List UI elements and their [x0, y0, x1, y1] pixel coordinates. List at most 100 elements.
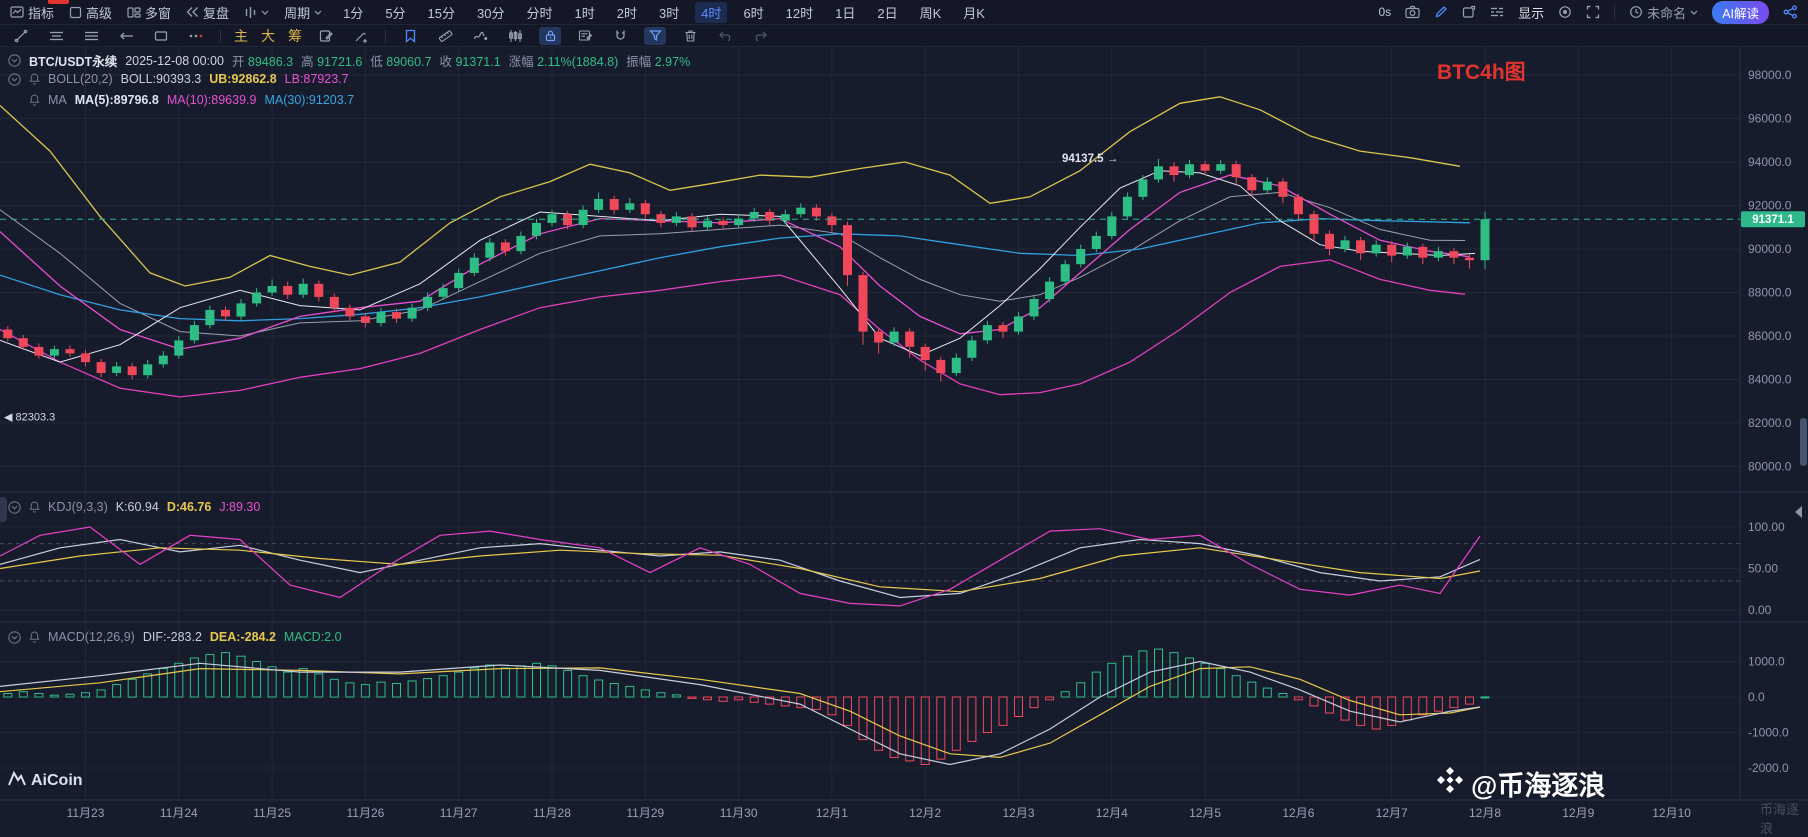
kdj-d-value: D:46.76	[167, 500, 211, 514]
clock-icon	[1629, 5, 1643, 19]
timeframe-周K[interactable]: 周K	[914, 2, 948, 23]
target-button[interactable]	[1558, 5, 1572, 19]
svg-text:92000.0: 92000.0	[1748, 199, 1792, 213]
svg-text:12月10: 12月10	[1652, 806, 1691, 820]
svg-text:84000.0: 84000.0	[1748, 373, 1792, 387]
horizontal-lines-tool[interactable]	[45, 27, 67, 45]
note-edit-tool[interactable]	[315, 27, 337, 45]
lock-tool[interactable]	[539, 27, 561, 45]
rectangle-tool[interactable]	[150, 27, 172, 45]
svg-text:11月29: 11月29	[626, 806, 664, 820]
timeframe-1分[interactable]: 1分	[337, 2, 369, 23]
collapse-chevron-icon[interactable]	[8, 631, 21, 644]
svg-text:11月28: 11月28	[533, 806, 571, 820]
draw-button[interactable]	[1434, 5, 1448, 19]
timeframe-4时[interactable]: 4时	[695, 2, 727, 23]
collapse-chevron-icon[interactable]	[8, 73, 21, 86]
timeframe-6时[interactable]: 6时	[737, 2, 769, 23]
svg-text:11月25: 11月25	[253, 806, 291, 820]
ma30-value: MA(30):91203.7	[264, 93, 354, 107]
signature-tool[interactable]	[469, 27, 491, 45]
timeframe-12时[interactable]: 12时	[780, 2, 819, 23]
box-icon	[69, 6, 82, 19]
alert-bell-icon[interactable]	[29, 501, 40, 513]
svg-text:91371.1: 91371.1	[1752, 214, 1794, 226]
delete-tool[interactable]	[679, 27, 701, 45]
alert-bell-icon[interactable]	[29, 94, 40, 106]
screenshot-button[interactable]	[1405, 5, 1420, 19]
indicators-button[interactable]: 指标	[10, 3, 54, 22]
svg-text:12月2: 12月2	[909, 806, 941, 820]
timeframe-1日[interactable]: 1日	[829, 2, 861, 23]
axis-collapse-arrow[interactable]	[1795, 506, 1802, 518]
collapse-chevron-icon[interactable]	[8, 501, 21, 514]
replay-button[interactable]: 复盘	[186, 3, 229, 22]
timeframe-分时[interactable]: 分时	[520, 2, 558, 23]
kline-style-button[interactable]	[244, 6, 269, 19]
aicoin-logo: AiCoin	[8, 770, 83, 791]
macd-name: MACD(12,26,9)	[48, 630, 135, 644]
pencil-plus-tool[interactable]	[350, 27, 372, 45]
ohlc-open: 开 89486.3	[232, 51, 293, 70]
undo-button[interactable]	[714, 27, 736, 45]
boll-mid-value: BOLL:90393.3	[121, 72, 202, 86]
redo-button[interactable]	[749, 27, 771, 45]
timeframe-30分[interactable]: 30分	[471, 2, 510, 23]
pane-collapse-handle[interactable]	[0, 497, 7, 522]
timeframe-5分[interactable]: 5分	[379, 2, 411, 23]
period-label: 周期	[284, 3, 310, 22]
arrow-tool[interactable]	[115, 27, 137, 45]
svg-text:12月4: 12月4	[1096, 806, 1128, 820]
boll-ub-value: UB:92862.8	[209, 72, 276, 86]
toolbar-right-group: 0s 显示 未命名 AI解读	[1378, 1, 1798, 24]
magnet-tool[interactable]	[609, 27, 631, 45]
advanced-button[interactable]: 高级	[69, 3, 112, 22]
ohlc-close: 收 91371.1	[439, 51, 500, 70]
vertical-scrollbar[interactable]	[1800, 418, 1807, 466]
timeframe-15分[interactable]: 15分	[422, 2, 461, 23]
rewind-icon	[186, 6, 199, 18]
filter-tool[interactable]	[644, 27, 666, 45]
svg-text:11月27: 11月27	[440, 806, 478, 820]
ai-analysis-button[interactable]: AI解读	[1712, 1, 1769, 24]
kdj-k-value: K:60.94	[116, 500, 159, 514]
candle-pattern-tool[interactable]	[504, 27, 526, 45]
collapse-chevron-icon[interactable]	[8, 54, 21, 67]
svg-text:12月7: 12月7	[1376, 806, 1408, 820]
chips-distribution-button[interactable]: 筹	[288, 26, 302, 46]
display-label: 显示	[1518, 3, 1544, 22]
timeframe-1时[interactable]: 1时	[569, 2, 601, 23]
equalizer-icon	[244, 6, 257, 19]
display-button[interactable]: 显示	[1518, 3, 1544, 22]
timeframe-月K[interactable]: 月K	[957, 2, 991, 23]
fullscreen-button[interactable]	[1586, 5, 1600, 19]
svg-text:96000.0: 96000.0	[1748, 112, 1792, 126]
new-window-button[interactable]	[1462, 5, 1476, 19]
timeframe-2日[interactable]: 2日	[871, 2, 903, 23]
multi-window-button[interactable]: 多窗	[127, 3, 171, 22]
aicoin-logo-text: AiCoin	[31, 772, 83, 790]
ruler-tool[interactable]	[434, 27, 456, 45]
list-settings-icon[interactable]	[1490, 6, 1504, 18]
timeframe-3时[interactable]: 3时	[653, 2, 685, 23]
alert-bell-icon[interactable]	[29, 73, 40, 85]
period-button[interactable]: 周期	[284, 3, 322, 22]
chart-canvas[interactable]: 11月2311月2411月2511月2611月2711月2811月2911月30…	[0, 0, 1808, 825]
large-chart-button[interactable]: 大	[261, 26, 275, 46]
kdj-name: KDJ(9,3,3)	[48, 500, 108, 514]
svg-text:0.0: 0.0	[1748, 690, 1765, 704]
share-button[interactable]	[1783, 5, 1798, 19]
svg-text:11月24: 11月24	[160, 806, 198, 820]
more-tools-button[interactable]	[185, 27, 207, 45]
form-edit-tool[interactable]	[574, 27, 596, 45]
svg-text:50.00: 50.00	[1748, 562, 1778, 576]
parallel-lines-tool[interactable]	[80, 27, 102, 45]
bookmark-flag-tool[interactable]	[399, 27, 421, 45]
alert-bell-icon[interactable]	[29, 631, 40, 643]
layout-select[interactable]: 未命名	[1629, 3, 1698, 22]
boll-lb-value: LB:87923.7	[285, 72, 349, 86]
boll-legend: BOLL(20,2) BOLL:90393.3 UB:92862.8 LB:87…	[8, 72, 349, 86]
timeframe-2时[interactable]: 2时	[611, 2, 643, 23]
main-chart-button[interactable]: 主	[234, 26, 248, 46]
trend-line-tool[interactable]	[10, 27, 32, 45]
